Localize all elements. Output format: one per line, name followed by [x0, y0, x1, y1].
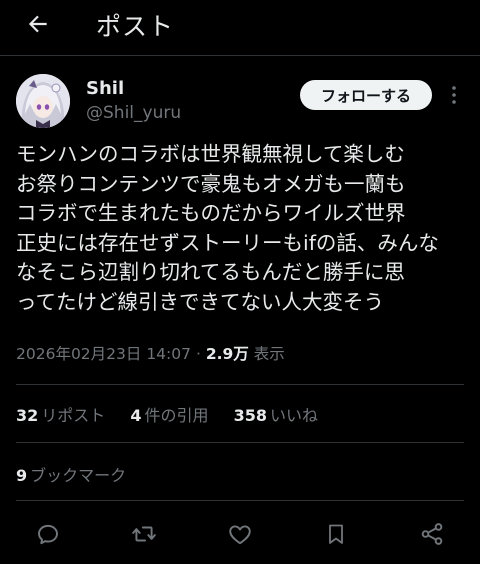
user-handle[interactable]: @Shil_yuru — [86, 103, 181, 123]
timestamp[interactable]: 2026年02月23日 14:07 — [16, 345, 191, 363]
reply-button[interactable] — [32, 518, 64, 550]
divider — [16, 500, 464, 501]
bookmark-button[interactable] — [320, 518, 352, 550]
more-button[interactable] — [446, 82, 462, 108]
tweet-meta: 2026年02月23日 14:07 · 2.9万 表示 — [16, 342, 285, 364]
share-button[interactable] — [416, 518, 448, 550]
quotes-stat[interactable]: 4 件の引用 — [130, 402, 208, 426]
likes-stat[interactable]: 358 いいね — [234, 402, 318, 426]
follow-button[interactable]: フォローする — [300, 80, 432, 110]
bookmark-icon — [329, 524, 343, 544]
reposts-count: 32 — [16, 406, 39, 425]
author-row: Shil @Shil_yuru フォローする — [16, 72, 464, 130]
tweet-line: お祭りコンテンツで豪鬼もオメガも一蘭も — [16, 171, 406, 196]
views-label: 表示 — [253, 345, 285, 363]
avatar[interactable] — [16, 74, 70, 128]
likes-count: 358 — [233, 406, 268, 425]
share-icon — [421, 523, 443, 545]
reply-icon — [38, 524, 58, 545]
likes-label: いいね — [270, 406, 319, 425]
repost-icon — [132, 526, 156, 542]
tweet-line: なそこら辺割り切れてるもんだと勝手に思 — [16, 260, 405, 284]
quotes-label: 件の引用 — [144, 406, 209, 425]
page-title: ポスト — [96, 12, 175, 41]
meta-separator: · — [195, 345, 201, 363]
like-button[interactable] — [224, 518, 256, 550]
back-button[interactable] — [22, 8, 54, 40]
views-count: 2.9万 — [205, 345, 249, 363]
like-icon — [229, 525, 251, 545]
repost-button[interactable] — [128, 518, 160, 550]
divider — [16, 384, 464, 385]
tweet-line: 正史には存在せずストーリーもifの話、みんな — [16, 230, 439, 255]
avatar-image — [16, 74, 70, 128]
engagement-stats: 32 リポスト 4 件の引用 358 いいね — [16, 402, 338, 426]
reposts-label: リポスト — [41, 406, 106, 425]
tweet-text: モンハンのコラボは世界観無視して楽しむ お祭りコンテンツで豪鬼もオメガも一蘭も … — [16, 140, 468, 317]
more-vertical-icon — [452, 86, 456, 104]
reposts-stat[interactable]: 32 リポスト — [16, 402, 105, 426]
divider — [16, 442, 464, 443]
bookmarks-label: ブックマーク — [30, 466, 127, 485]
action-bar — [0, 514, 480, 554]
display-name[interactable]: Shil — [86, 78, 124, 99]
tweet-line: コラボで生まれたものだからワイルズ世界 — [16, 201, 406, 225]
tweet-line: モンハンのコラボは世界観無視して楽しむ — [16, 142, 405, 166]
tweet-line: ってたけど線引きできてない人大変そう — [16, 289, 384, 314]
bookmarks-stat[interactable]: 9 ブックマーク — [16, 462, 126, 486]
top-bar: ポスト — [0, 0, 480, 56]
bookmarks-count: 9 — [16, 466, 28, 485]
quotes-count: 4 — [130, 406, 142, 425]
arrow-left-icon — [28, 15, 47, 33]
